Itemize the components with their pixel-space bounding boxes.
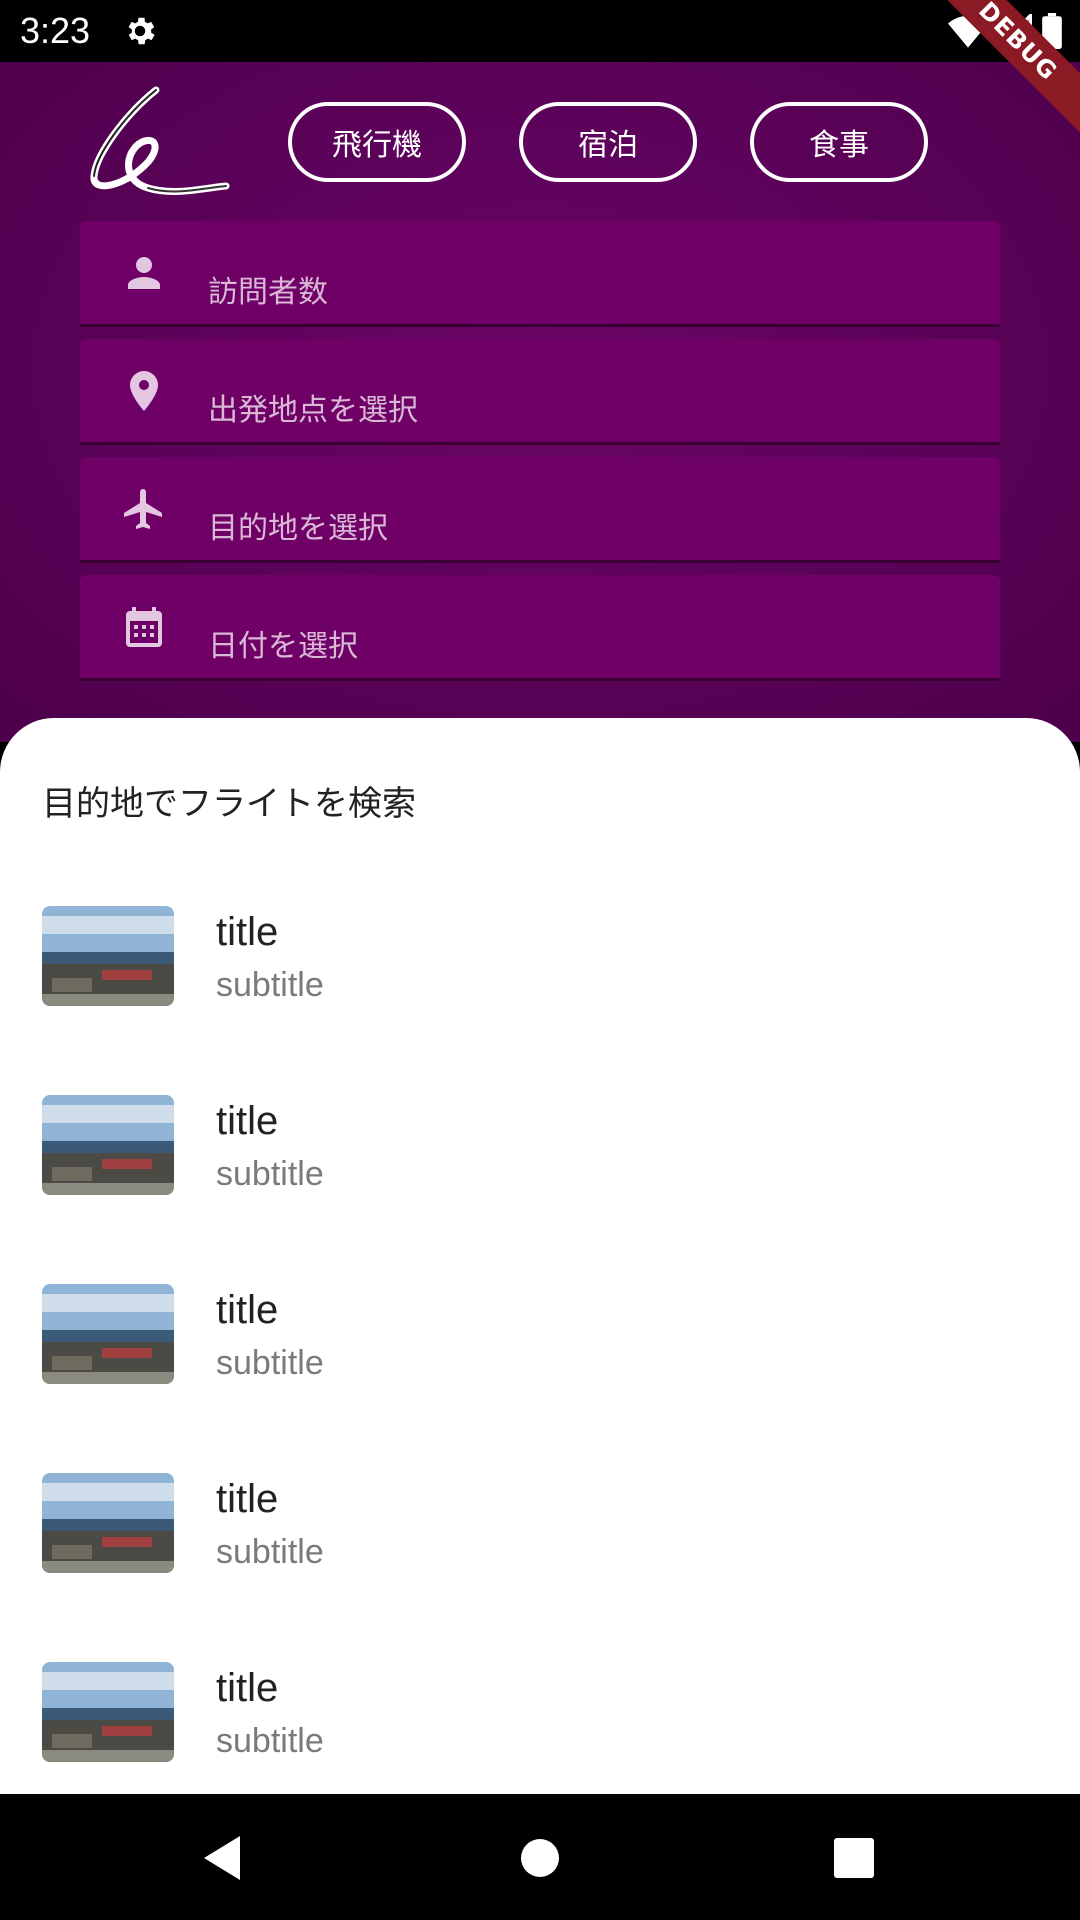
list-item[interactable]: title subtitle [0, 1095, 1080, 1245]
recents-icon[interactable] [824, 1828, 884, 1888]
destination-field[interactable]: 目的地を選択 [80, 457, 1000, 563]
item-title: title [216, 910, 279, 954]
item-title: title [216, 1477, 279, 1521]
origin-field[interactable]: 出発地点を選択 [80, 339, 1000, 445]
tab-flight-button[interactable]: 飛行機 [288, 102, 466, 182]
visitors-placeholder: 訪問者数 [208, 275, 328, 310]
item-subtitle: subtitle [216, 1344, 324, 1382]
item-subtitle: subtitle [216, 1155, 324, 1193]
harbor-thumbnail [42, 1095, 174, 1195]
tab-meal-button[interactable]: 食事 [750, 102, 928, 182]
brand-logo [90, 86, 230, 195]
sheet-title: 目的地でフライトを検索 [42, 784, 416, 824]
results-sheet: 目的地でフライトを検索 title subtitle title subtitl… [0, 718, 1080, 1794]
app-screen: 3:23 DEBUG 飛行機 宿泊 食事 訪問者数 出発地点を選択 目的地を選択… [0, 0, 1080, 1920]
airplane-icon [124, 489, 162, 529]
settings-gear-icon [128, 17, 155, 45]
list-item[interactable]: title subtitle [0, 1473, 1080, 1623]
location-pin-icon [130, 371, 158, 411]
item-title: title [216, 1666, 279, 1710]
list-item[interactable]: title subtitle [0, 1284, 1080, 1434]
harbor-thumbnail [42, 1473, 174, 1573]
search-header: 飛行機 宿泊 食事 訪問者数 出発地点を選択 目的地を選択 日付を選択 [0, 62, 1080, 742]
status-bar: 3:23 [0, 0, 1080, 62]
status-time: 3:23 [20, 10, 91, 51]
harbor-thumbnail [42, 1284, 174, 1384]
system-nav-bar [0, 1794, 1080, 1920]
harbor-thumbnail [42, 1662, 174, 1762]
back-icon[interactable] [196, 1828, 256, 1888]
date-placeholder: 日付を選択 [208, 629, 358, 664]
destination-placeholder: 目的地を選択 [208, 511, 388, 546]
home-icon[interactable] [510, 1828, 570, 1888]
harbor-thumbnail [42, 906, 174, 1006]
item-title: title [216, 1288, 279, 1332]
person-icon [128, 257, 160, 289]
calendar-icon [126, 607, 162, 647]
tab-stay-button[interactable]: 宿泊 [519, 102, 697, 182]
origin-placeholder: 出発地点を選択 [208, 393, 418, 428]
visitors-field[interactable]: 訪問者数 [80, 221, 1000, 327]
date-field[interactable]: 日付を選択 [80, 575, 1000, 681]
list-item[interactable]: title subtitle [0, 906, 1080, 1056]
item-title: title [216, 1099, 279, 1143]
item-subtitle: subtitle [216, 966, 324, 1004]
list-item[interactable]: title subtitle [0, 1662, 1080, 1794]
item-subtitle: subtitle [216, 1533, 324, 1571]
item-subtitle: subtitle [216, 1722, 324, 1760]
